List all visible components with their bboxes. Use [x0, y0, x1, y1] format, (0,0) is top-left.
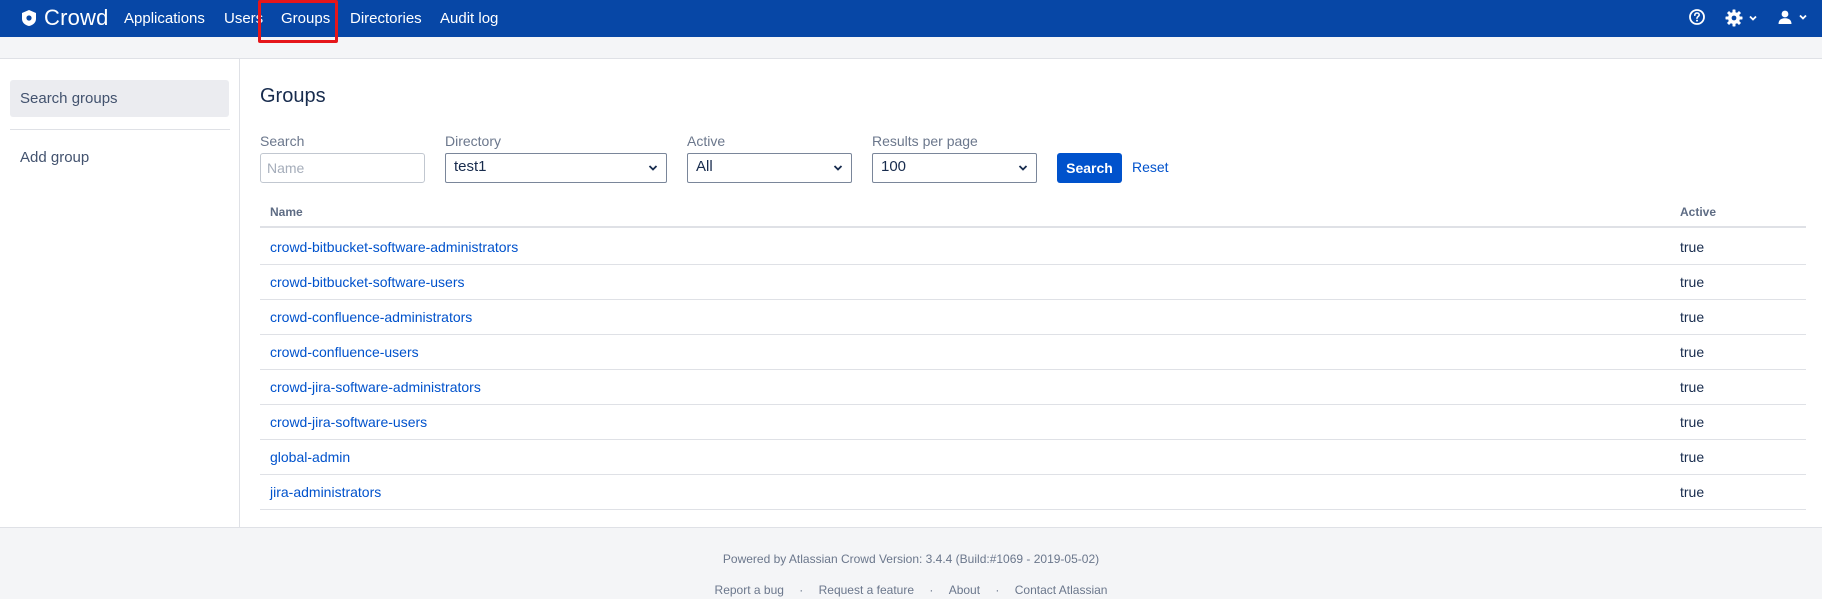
sidebar: Search groups Add group [0, 59, 240, 527]
chevron-down-icon [1749, 15, 1757, 21]
group-name-link[interactable]: crowd-jira-software-administrators [270, 379, 481, 395]
results-per-page-label: Results per page [872, 133, 978, 149]
results-per-page-value: 100 [881, 158, 907, 175]
table-row: crowd-confluence-administrators true [260, 300, 1806, 335]
group-name-link[interactable]: crowd-confluence-administrators [270, 309, 472, 325]
footer-powered-by: Powered by Atlassian Crowd Version: 3.4.… [722, 552, 1100, 566]
group-active-value: true [1680, 274, 1705, 290]
group-name-link[interactable]: crowd-bitbucket-software-administrators [270, 239, 518, 255]
brand-name: Crowd [44, 5, 109, 30]
search-input[interactable] [260, 153, 425, 183]
directory-label: Directory [445, 133, 502, 149]
group-active-value: true [1680, 309, 1705, 325]
nav-groups[interactable]: Groups [281, 10, 330, 27]
main-panel: Search groups Add group Groups Search Di… [0, 58, 1822, 528]
nav-directories[interactable]: Directories [350, 10, 422, 27]
crowd-logo-icon [22, 10, 36, 26]
group-name-link[interactable]: jira-administrators [270, 484, 381, 500]
group-name-link[interactable]: crowd-bitbucket-software-users [270, 274, 465, 290]
user-icon [1778, 10, 1792, 24]
page-title: Groups [260, 85, 326, 107]
table-header: Name Active [260, 199, 1806, 228]
nav-audit-log[interactable]: Audit log [440, 10, 498, 27]
footer-separator: · [929, 583, 934, 597]
chevron-down-icon [1799, 14, 1807, 20]
crowd-logo[interactable]: Crowd [20, 5, 109, 30]
table-row: crowd-confluence-users true [260, 335, 1806, 370]
footer-links: Report a bug · Request a feature · About… [0, 583, 1822, 597]
search-button[interactable]: Search [1057, 153, 1122, 183]
table-row: crowd-jira-software-administrators true [260, 370, 1806, 405]
table-row: jira-administrators true [260, 475, 1806, 510]
active-label: Active [687, 133, 726, 149]
sidebar-item-search-groups[interactable]: Search groups [10, 80, 229, 117]
table-row: crowd-bitbucket-software-users true [260, 265, 1806, 300]
sidebar-item-add-group[interactable]: Add group [20, 149, 89, 166]
table-row: global-admin true [260, 440, 1806, 475]
directory-select[interactable]: test1 [445, 153, 667, 183]
contact-atlassian-link[interactable]: Contact Atlassian [1009, 583, 1114, 597]
group-active-value: true [1680, 239, 1705, 255]
report-bug-link[interactable]: Report a bug [709, 583, 790, 597]
group-active-value: true [1680, 449, 1705, 465]
help-button[interactable] [1688, 8, 1706, 26]
directory-select-value: test1 [454, 158, 487, 175]
group-active-value: true [1680, 379, 1705, 395]
gear-icon [1725, 9, 1743, 27]
results-per-page-select[interactable]: 100 [872, 153, 1037, 183]
footer-separator: · [995, 583, 1000, 597]
chevron-down-icon [1018, 165, 1028, 171]
user-menu[interactable] [1776, 8, 1809, 26]
chevron-down-icon [648, 165, 658, 171]
table-row: crowd-jira-software-users true [260, 405, 1806, 440]
group-name-link[interactable]: global-admin [270, 449, 350, 465]
help-icon [1689, 9, 1705, 25]
group-active-value: true [1680, 344, 1705, 360]
reset-link[interactable]: Reset [1132, 159, 1169, 175]
active-select-value: All [696, 158, 713, 175]
sidebar-divider [10, 129, 230, 130]
group-active-value: true [1680, 414, 1705, 430]
chevron-down-icon [833, 165, 843, 171]
top-navigation-bar: Crowd Applications Users Groups Director… [0, 0, 1822, 37]
footer-separator: · [799, 583, 804, 597]
nav-applications[interactable]: Applications [124, 10, 205, 27]
group-name-link[interactable]: crowd-confluence-users [270, 344, 419, 360]
column-header-active[interactable]: Active [1680, 205, 1716, 219]
about-link[interactable]: About [943, 583, 986, 597]
settings-menu[interactable] [1724, 8, 1759, 28]
nav-users[interactable]: Users [224, 10, 263, 27]
search-label: Search [260, 133, 305, 149]
group-name-link[interactable]: crowd-jira-software-users [270, 414, 427, 430]
content-area: Groups Search Directory test1 Active All… [240, 59, 1822, 527]
column-header-name[interactable]: Name [270, 205, 303, 219]
active-select[interactable]: All [687, 153, 852, 183]
table-row: crowd-bitbucket-software-administrators … [260, 230, 1806, 265]
request-feature-link[interactable]: Request a feature [813, 583, 920, 597]
group-active-value: true [1680, 484, 1705, 500]
